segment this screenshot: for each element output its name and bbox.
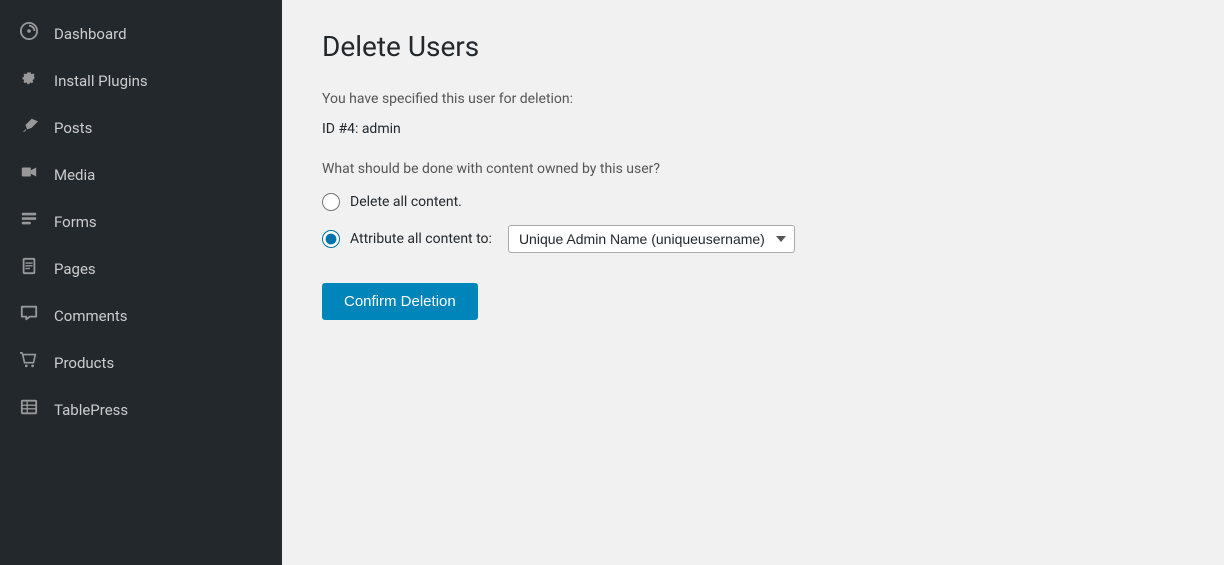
option-delete-row: Delete all content. — [322, 193, 1184, 211]
media-icon — [18, 163, 40, 186]
gear-icon — [18, 69, 40, 92]
sidebar-item-pages[interactable]: Pages — [0, 245, 282, 292]
pages-icon — [18, 257, 40, 280]
page-title: Delete Users — [322, 30, 1184, 63]
comments-icon — [18, 304, 40, 327]
pin-icon — [18, 116, 40, 139]
sidebar-item-pages-label: Pages — [54, 260, 96, 278]
sidebar-item-tablepress[interactable]: TablePress — [0, 386, 282, 433]
products-icon — [18, 351, 40, 374]
sidebar-item-tablepress-label: TablePress — [54, 401, 128, 419]
sidebar-item-media-label: Media — [54, 166, 95, 184]
table-icon — [18, 398, 40, 421]
sidebar-item-install-plugins[interactable]: Install Plugins — [0, 57, 282, 104]
sidebar-item-install-plugins-label: Install Plugins — [54, 72, 148, 90]
attribute-to-radio[interactable] — [322, 230, 340, 248]
deletion-description: You have specified this user for deletio… — [322, 91, 1184, 107]
sidebar-item-forms-label: Forms — [54, 213, 97, 231]
attribute-user-select[interactable]: Unique Admin Name (uniqueusername) — [508, 225, 795, 253]
main-content: Delete Users You have specified this use… — [282, 0, 1224, 565]
attribute-to-label[interactable]: Attribute all content to: — [350, 231, 492, 247]
sidebar-item-posts[interactable]: Posts — [0, 104, 282, 151]
sidebar: Dashboard Install Plugins Posts Media — [0, 0, 282, 565]
content-options: Delete all content. Attribute all conten… — [322, 193, 1184, 253]
delete-all-label[interactable]: Delete all content. — [350, 194, 462, 210]
delete-all-radio[interactable] — [322, 193, 340, 211]
sidebar-item-dashboard[interactable]: Dashboard — [0, 10, 282, 57]
content-question: What should be done with content owned b… — [322, 161, 1184, 177]
user-id-label: ID #4: admin — [322, 121, 1184, 137]
confirm-deletion-button[interactable]: Confirm Deletion — [322, 283, 478, 320]
dashboard-icon — [18, 22, 40, 45]
sidebar-item-media[interactable]: Media — [0, 151, 282, 198]
forms-icon — [18, 210, 40, 233]
sidebar-item-comments-label: Comments — [54, 307, 128, 325]
sidebar-item-posts-label: Posts — [54, 119, 92, 137]
sidebar-item-dashboard-label: Dashboard — [54, 25, 127, 43]
sidebar-item-comments[interactable]: Comments — [0, 292, 282, 339]
sidebar-item-products-label: Products — [54, 354, 114, 372]
sidebar-item-forms[interactable]: Forms — [0, 198, 282, 245]
option-attribute-row: Attribute all content to: Unique Admin N… — [322, 225, 1184, 253]
sidebar-item-products[interactable]: Products — [0, 339, 282, 386]
